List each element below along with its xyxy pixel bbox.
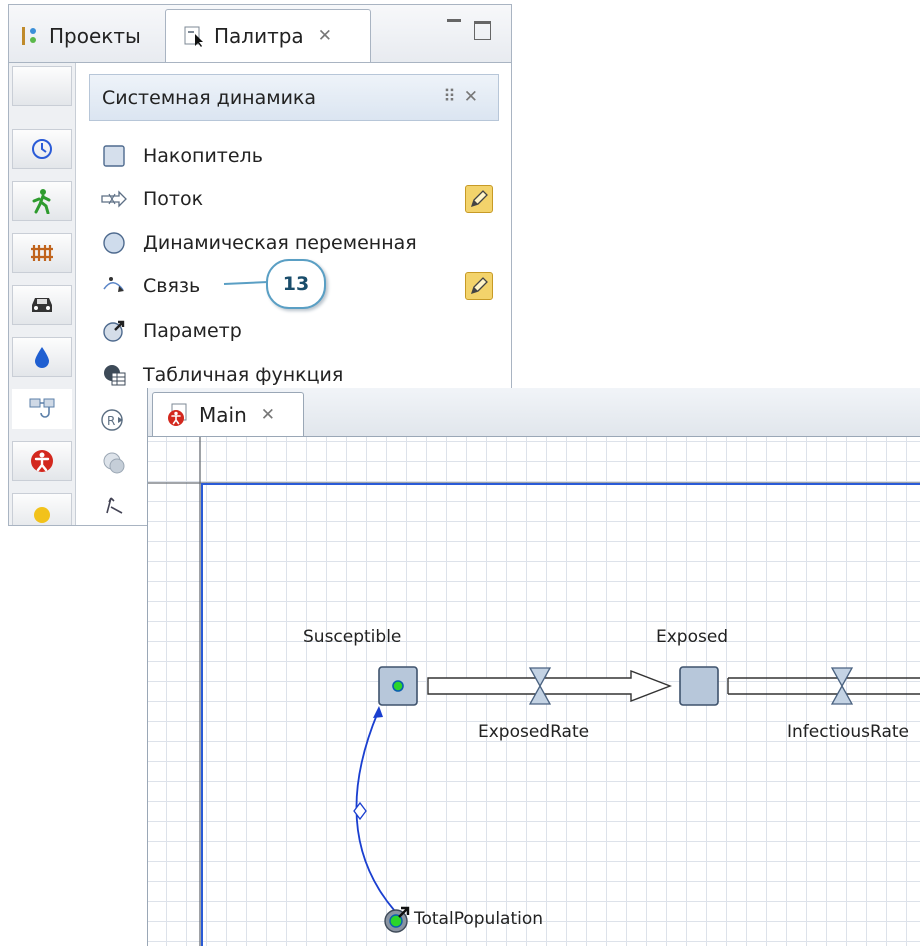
callout-number-badge: 13 <box>266 259 326 309</box>
flow-exposed-rate[interactable] <box>427 667 672 705</box>
stock-label-susceptible: Susceptible <box>303 627 402 647</box>
diagram-shapes <box>353 666 920 933</box>
close-icon[interactable]: ✕ <box>261 405 275 425</box>
tab-main-label: Main <box>199 402 247 427</box>
diagram-canvas[interactable]: Susceptible Exposed ExposedRate Infectio… <box>148 437 920 946</box>
link-totalpopulation-susceptible[interactable] <box>353 706 395 911</box>
parameter-label-total-population: TotalPopulation <box>414 909 544 929</box>
stock-susceptible[interactable] <box>378 666 418 706</box>
agent-type-icon <box>168 403 187 426</box>
editor-tab-bar: Main ✕ <box>148 388 920 437</box>
flow-label-exposed-rate: ExposedRate <box>478 722 590 742</box>
stock-exposed[interactable] <box>679 666 719 706</box>
valve-icon <box>830 667 854 705</box>
tab-main[interactable]: Main ✕ <box>152 392 304 436</box>
flow-label-infectious-rate: InfectiousRate <box>787 722 909 742</box>
callout-number: 13 <box>282 273 310 295</box>
diagram-editor: Main ✕ Susceptible Exposed ExposedRate I… <box>147 388 920 946</box>
stock-label-exposed: Exposed <box>656 627 729 647</box>
parameter-total-population[interactable] <box>384 906 410 933</box>
flow-infectious-rate[interactable] <box>727 667 920 705</box>
